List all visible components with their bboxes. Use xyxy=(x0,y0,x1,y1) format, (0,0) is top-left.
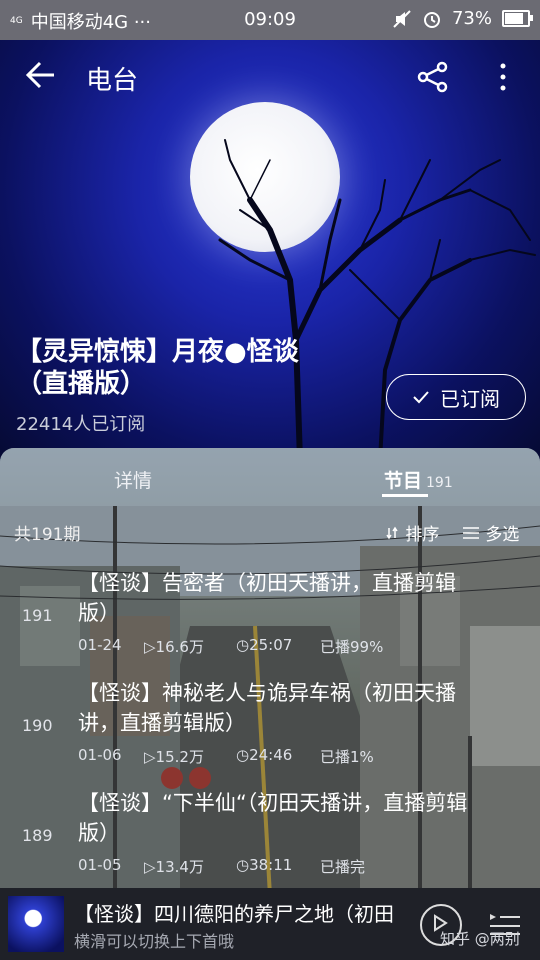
episode-duration: ◷24:46 xyxy=(236,746,292,764)
active-tab-indicator xyxy=(382,494,428,497)
episode-number: 189 xyxy=(22,826,53,845)
battery-icon xyxy=(502,10,533,27)
episode-plays-value: 13.4万 xyxy=(155,858,204,876)
clock-icon: ◷ xyxy=(236,746,250,764)
sort-icon xyxy=(386,526,398,540)
episode-date: 01-24 xyxy=(78,636,122,654)
tab-programs-count: 191 xyxy=(426,475,453,491)
sort-label: 排序 xyxy=(405,525,440,545)
program-title: 【灵异惊悚】月夜●怪谈（直播版） xyxy=(16,337,299,399)
clock-icon: ◷ xyxy=(236,856,250,874)
episode-title: 【怪谈】神秘老人与诡异车祸（初田天播讲，直播剪辑版） xyxy=(78,681,456,735)
sort-button[interactable]: 排序 xyxy=(386,520,439,545)
play-count-icon: ▷ xyxy=(144,858,156,876)
subscribed-label: 已订阅 xyxy=(440,386,500,411)
content-panel: 详情 节目 191 共191期 排序 多选 191 【怪谈】告密者（初田天播讲，直… xyxy=(0,448,540,888)
episode-duration-value: 24:46 xyxy=(249,746,293,764)
top-bar: 电台 xyxy=(0,40,540,110)
mini-player[interactable]: 【怪谈】四川德阳的养尸之地（初田 横滑可以切换上下首哦 xyxy=(0,888,540,960)
episode-number: 191 xyxy=(22,606,53,625)
episode-date: 01-06 xyxy=(78,746,122,764)
player-track-title: 【怪谈】四川德阳的养尸之地（初田 xyxy=(74,902,394,926)
episode-progress: 已播99% xyxy=(320,638,384,656)
episode-plays: ▷13.4万 xyxy=(144,856,204,877)
share-icon xyxy=(417,61,448,93)
episode-plays-value: 16.6万 xyxy=(155,638,204,656)
tab-programs[interactable]: 节目 191 xyxy=(384,466,453,493)
share-button[interactable] xyxy=(416,60,450,98)
episode-number: 190 xyxy=(22,716,53,735)
battery-level-fill xyxy=(505,13,523,24)
mute-icon xyxy=(393,9,411,28)
episode-item[interactable]: 190 【怪谈】神秘老人与诡异车祸（初田天播讲，直播剪辑版） 01-06 ▷15… xyxy=(0,664,540,774)
episode-duration: ◷25:07 xyxy=(236,636,292,654)
episode-title: 【怪谈】“下半仙“（初田天播讲，直播剪辑版） xyxy=(78,791,468,845)
episode-item[interactable]: 191 【怪谈】告密者（初田天播讲，直播剪辑版） 01-24 ▷16.6万 ◷2… xyxy=(0,554,540,664)
multi-select-label: 多选 xyxy=(485,525,520,545)
check-icon xyxy=(413,391,429,404)
episode-total: 共191期 xyxy=(14,525,81,545)
back-button[interactable] xyxy=(24,58,58,98)
subscriber-count: 22414人已订阅 xyxy=(16,414,146,435)
player-swipe-hint: 横滑可以切换上下首哦 xyxy=(74,932,235,951)
player-cover-thumbnail xyxy=(8,896,64,952)
episode-progress: 已播完 xyxy=(320,858,366,876)
alarm-icon xyxy=(423,11,440,28)
episode-progress: 已播1% xyxy=(320,748,374,766)
subscribed-button[interactable]: 已订阅 xyxy=(386,374,526,420)
multi-select-button[interactable]: 多选 xyxy=(462,520,519,545)
status-bar: 4G 中国移动4G ··· 09:09 73% xyxy=(0,0,540,40)
episode-title: 【怪谈】告密者（初田天播讲，直播剪辑版） xyxy=(78,571,456,625)
battery-percent: 73% xyxy=(451,8,492,29)
episode-plays: ▷15.2万 xyxy=(144,746,204,767)
play-count-icon: ▷ xyxy=(144,638,156,656)
list-select-icon xyxy=(463,527,479,539)
episode-duration: ◷38:11 xyxy=(236,856,292,874)
tab-programs-label: 节目 xyxy=(384,470,423,492)
episode-item[interactable]: 189 【怪谈】“下半仙“（初田天播讲，直播剪辑版） 01-05 ▷13.4万 … xyxy=(0,774,540,884)
watermark: 知乎 @两别 xyxy=(440,930,520,948)
more-button[interactable] xyxy=(496,60,510,99)
episode-duration-value: 38:11 xyxy=(249,856,293,874)
more-vertical-icon xyxy=(500,63,506,91)
page-title: 电台 xyxy=(86,66,139,96)
back-arrow-icon xyxy=(25,61,54,89)
episode-duration-value: 25:07 xyxy=(249,636,293,654)
episode-plays: ▷16.6万 xyxy=(144,636,204,657)
episode-plays-value: 15.2万 xyxy=(155,748,204,766)
episode-date: 01-05 xyxy=(78,856,122,874)
tab-bar: 详情 节目 191 xyxy=(0,448,540,506)
play-count-icon: ▷ xyxy=(144,748,156,766)
tab-details[interactable]: 详情 xyxy=(114,466,152,493)
clock-icon: ◷ xyxy=(236,636,250,654)
